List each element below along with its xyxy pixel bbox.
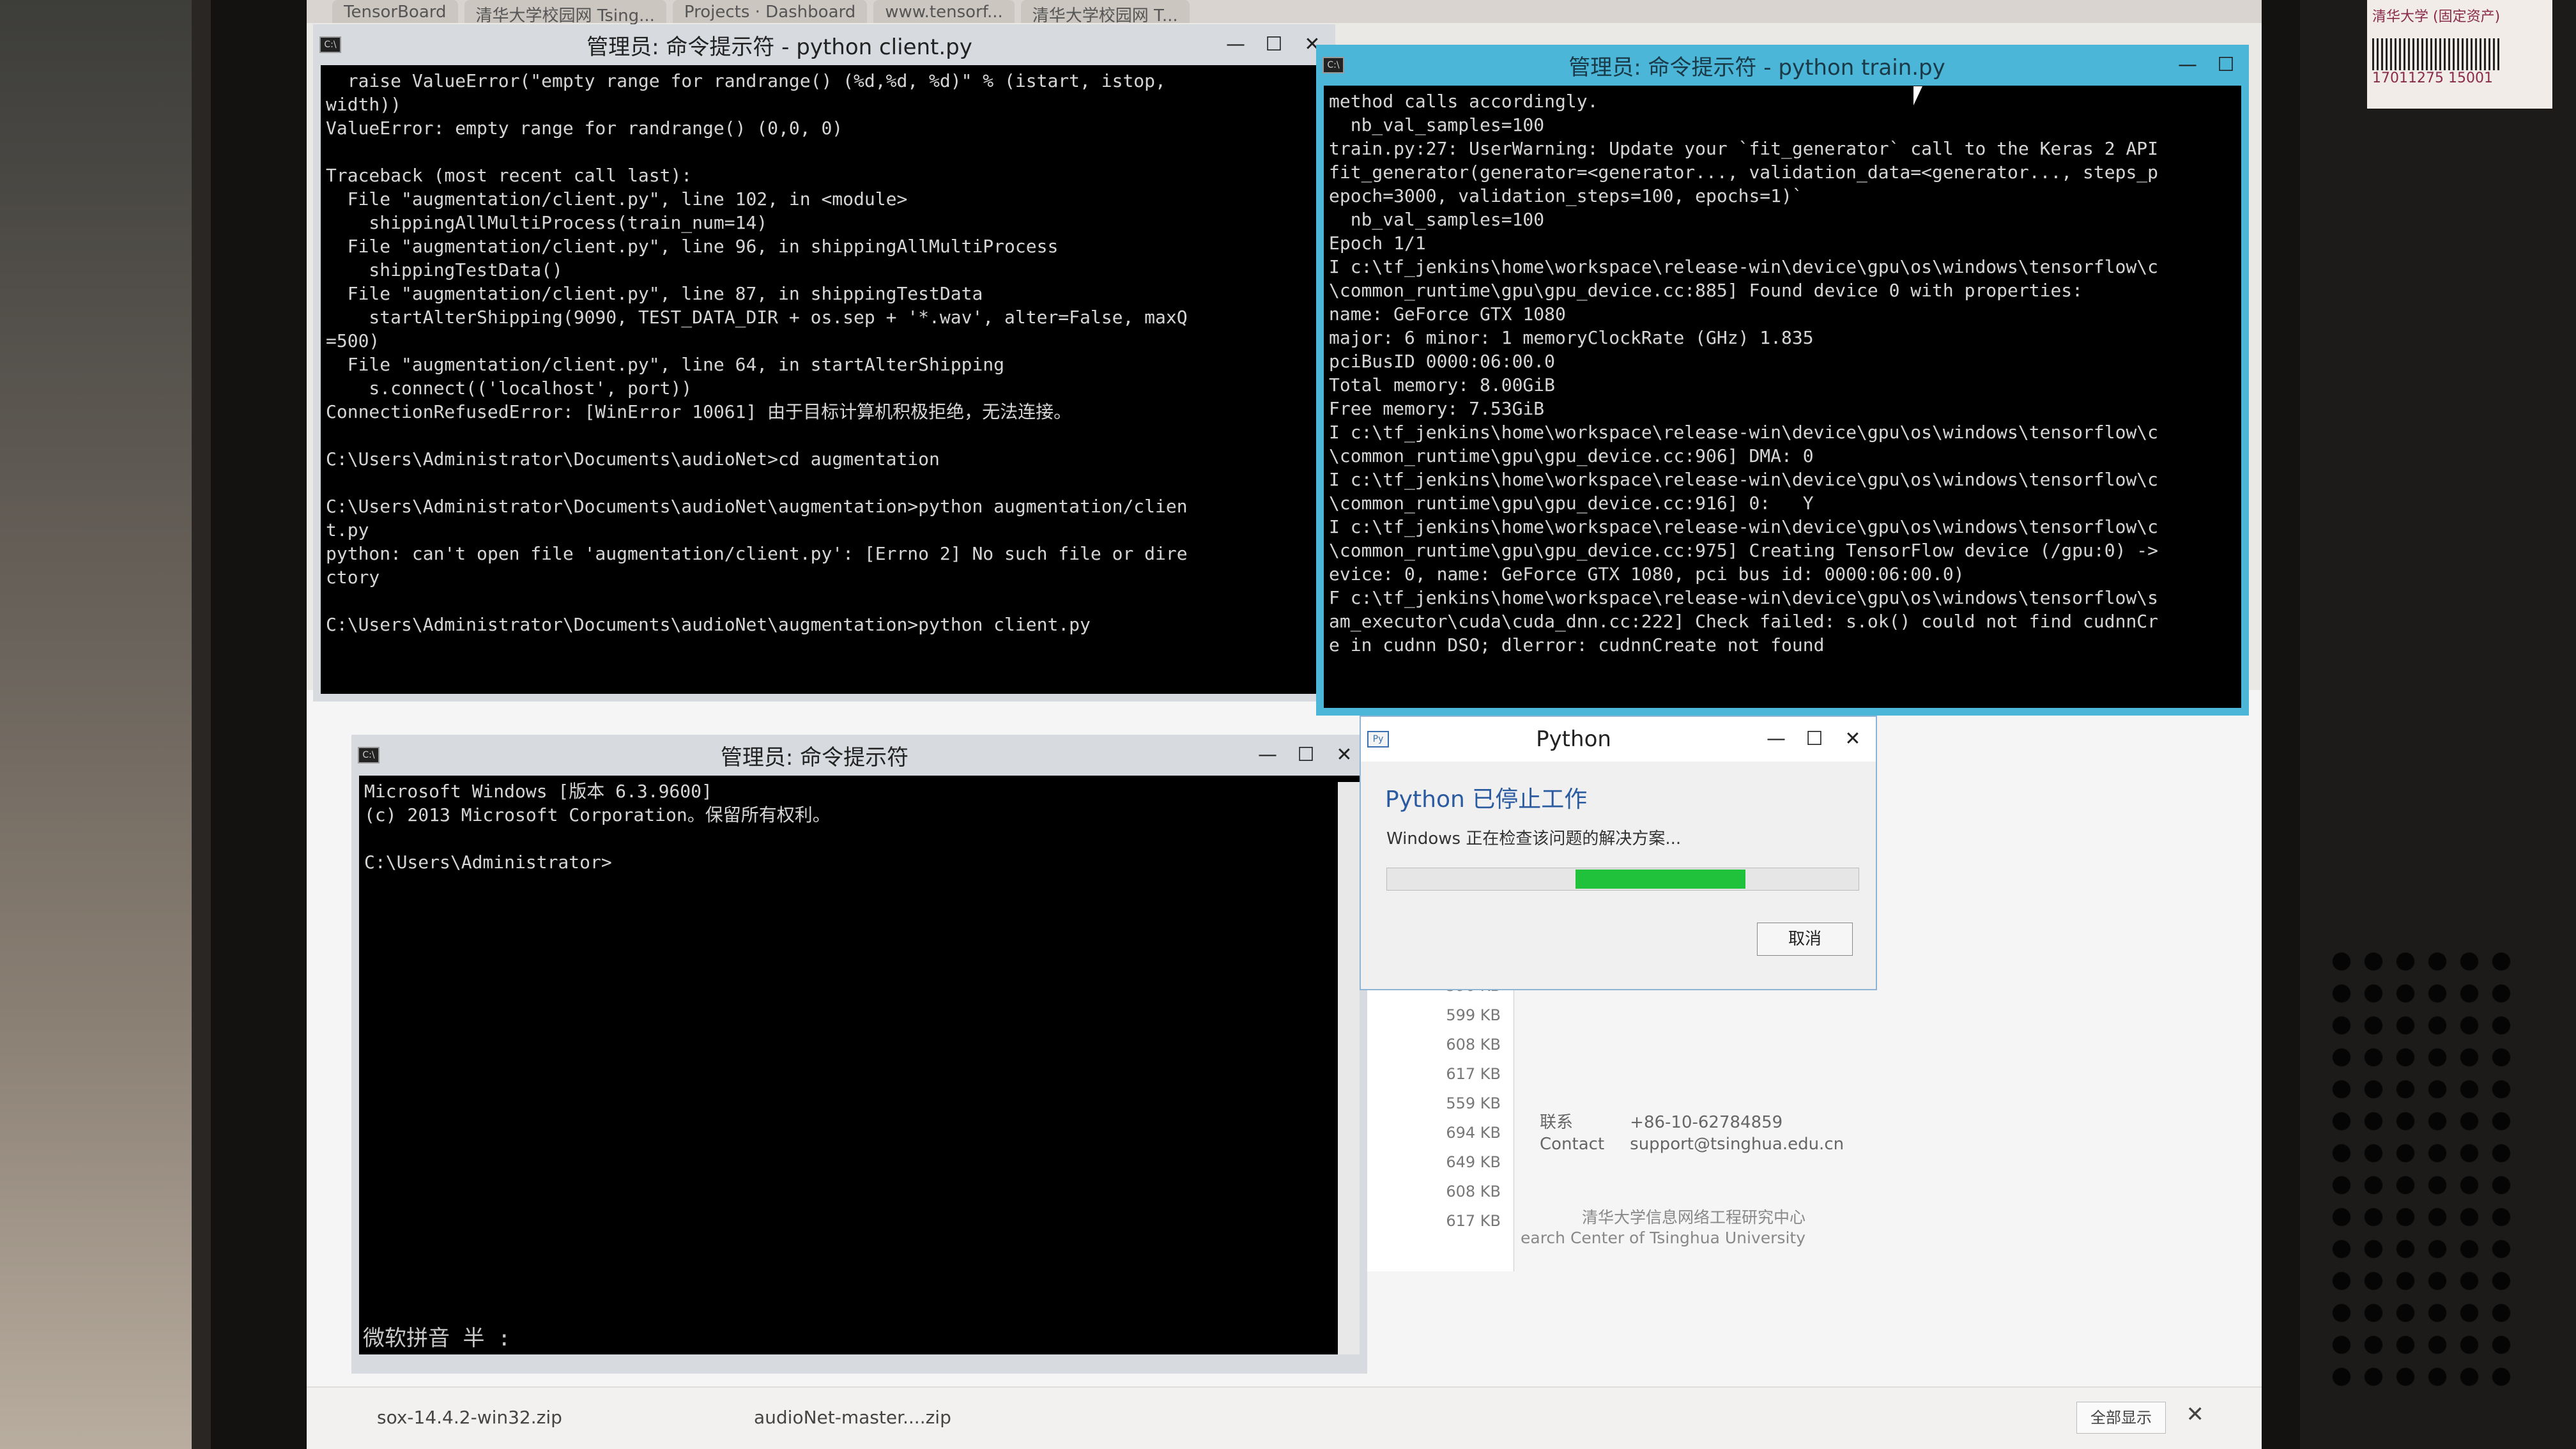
file-size: 649 KB	[1446, 1153, 1501, 1171]
browser-tab[interactable]: TensorBoard	[332, 0, 458, 23]
dialog-titlebar[interactable]: Py Python — ☐ ✕	[1361, 717, 1876, 762]
download-item[interactable]: sox-14.4.2-win32.zip	[377, 1407, 562, 1428]
file-size: 608 KB	[1446, 1036, 1501, 1054]
file-size: 599 KB	[1446, 1006, 1501, 1024]
browser-tab-strip: TensorBoard 清华大学校园网 Tsing... Projects · …	[307, 0, 2262, 26]
minimize-button[interactable]: —	[1758, 725, 1794, 753]
file-size: 559 KB	[1446, 1094, 1501, 1112]
console-window-train[interactable]: C:\ 管理员: 命令提示符 - python train.py — ☐ met…	[1316, 45, 2249, 716]
console-output[interactable]: method calls accordingly. nb_val_samples…	[1324, 86, 2241, 708]
dialog-message: Windows 正在检查该问题的解决方案...	[1386, 829, 1682, 848]
tower-vent-grille	[2326, 946, 2517, 1393]
window-titlebar[interactable]: C:\ 管理员: 命令提示符 — ☐ ✕	[351, 735, 1367, 776]
window-titlebar[interactable]: C:\ 管理员: 命令提示符 - python train.py — ☐	[1316, 45, 2249, 86]
download-bar: sox-14.4.2-win32.zip audioNet-master....…	[307, 1386, 2262, 1449]
scrollbar[interactable]	[1338, 782, 1360, 1354]
file-size: 617 KB	[1446, 1212, 1501, 1230]
file-size: 608 KB	[1446, 1183, 1501, 1200]
maximize-button[interactable]: ☐	[1797, 725, 1832, 753]
desk-background-left	[0, 0, 192, 1449]
console-output[interactable]: raise ValueError("empty range for randra…	[321, 65, 1328, 694]
close-download-bar-button[interactable]: ✕	[2186, 1402, 2205, 1427]
cmd-icon: C:\	[1322, 57, 1344, 73]
ime-status: 微软拼音 半 :	[363, 1326, 511, 1351]
barcode	[2372, 38, 2500, 70]
browser-tab[interactable]: Projects · Dashboard	[672, 0, 868, 23]
maximize-button[interactable]: ☐	[1256, 31, 1292, 59]
maximize-button[interactable]: ☐	[1288, 741, 1324, 769]
browser-tab[interactable]: 清华大学校园网 Tsing...	[464, 0, 666, 26]
python-crash-dialog[interactable]: Py Python — ☐ ✕ Python 已停止工作 Windows 正在检…	[1360, 716, 1877, 990]
show-all-downloads-button[interactable]: 全部显示	[2076, 1402, 2166, 1434]
footer-en-text: earch Center of Tsinghua University	[1521, 1229, 1805, 1247]
progress-fill	[1575, 870, 1745, 889]
monitor-screen: TensorBoard 清华大学校园网 Tsing... Projects · …	[307, 0, 2262, 1449]
console-window-cmd[interactable]: C:\ 管理员: 命令提示符 — ☐ ✕ Microsoft Windows […	[351, 735, 1367, 1374]
contact-phone: +86-10-62784859	[1630, 1113, 1783, 1132]
maximize-button[interactable]: ☐	[2208, 51, 2244, 79]
file-size: 617 KB	[1446, 1065, 1501, 1083]
dialog-title: Python	[1536, 726, 1611, 752]
window-title: 管理员: 命令提示符	[720, 744, 909, 770]
console-output[interactable]: Microsoft Windows [版本 6.3.9600] (c) 2013…	[359, 776, 1360, 1354]
browser-tab[interactable]: www.tensorf...	[873, 0, 1015, 23]
minimize-button[interactable]: —	[1250, 741, 1285, 769]
minimize-button[interactable]: —	[1218, 31, 1254, 59]
cancel-button[interactable]: 取消	[1757, 923, 1853, 956]
mouse-cursor-icon	[1913, 86, 1922, 105]
file-size: 694 KB	[1446, 1124, 1501, 1142]
window-title: 管理员: 命令提示符 - python client.py	[586, 34, 972, 60]
cmd-icon: C:\	[358, 747, 379, 763]
contact-info: 联系 Contact +86-10-62784859 support@tsing…	[1540, 1112, 1844, 1155]
cmd-icon: C:\	[319, 36, 341, 53]
python-icon: Py	[1367, 731, 1389, 747]
sticker-code: 17011275 15001	[2372, 70, 2493, 86]
download-item[interactable]: audioNet-master....zip	[754, 1407, 951, 1428]
contact-label: 联系 Contact	[1540, 1113, 1605, 1154]
minimize-button[interactable]: —	[2170, 51, 2205, 79]
progress-bar	[1386, 868, 1859, 891]
window-titlebar[interactable]: C:\ 管理员: 命令提示符 - python client.py — ☐ ✕	[313, 24, 1335, 65]
console-window-client[interactable]: C:\ 管理员: 命令提示符 - python client.py — ☐ ✕ …	[313, 24, 1335, 702]
footer-cn-text: 清华大学信息网络工程研究中心	[1581, 1208, 1805, 1227]
window-title: 管理员: 命令提示符 - python train.py	[1568, 54, 1945, 80]
dialog-heading: Python 已停止工作	[1385, 786, 1588, 813]
contact-email[interactable]: support@tsinghua.edu.cn	[1630, 1133, 1844, 1155]
asset-sticker: 清华大学 (固定资产) 17011275 15001	[2367, 0, 2552, 109]
browser-tab[interactable]: 清华大学校园网 T...	[1020, 0, 1190, 26]
page-footer: 清华大学信息网络工程研究中心 earch Center of Tsinghua …	[1521, 1208, 1805, 1248]
close-button[interactable]: ✕	[1326, 741, 1362, 769]
sticker-text: 清华大学 (固定资产)	[2372, 9, 2501, 25]
close-button[interactable]: ✕	[1835, 725, 1871, 753]
